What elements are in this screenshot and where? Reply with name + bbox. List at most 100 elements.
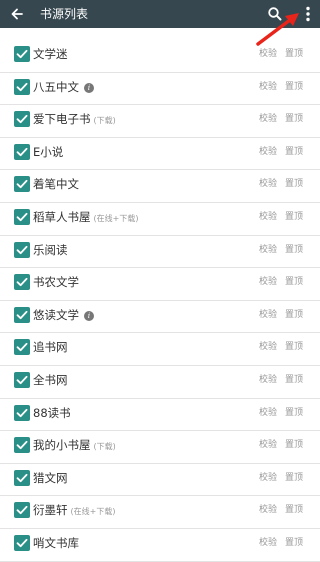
- verify-button[interactable]: 校验: [259, 471, 277, 485]
- source-row[interactable]: 文学迷 校验 置顶: [0, 40, 320, 73]
- source-row[interactable]: 着笔中文 校验 置顶: [0, 170, 320, 203]
- source-row[interactable]: 哨文书库 校验 置顶: [0, 529, 320, 562]
- source-row[interactable]: 我的小书屋 (下载) 校验 置顶: [0, 431, 320, 464]
- verify-button[interactable]: 校验: [259, 275, 277, 289]
- source-checkbox[interactable]: [14, 46, 30, 62]
- source-row[interactable]: 追书网 校验 置顶: [0, 333, 320, 366]
- pin-top-button[interactable]: 置顶: [285, 471, 303, 485]
- source-checkbox[interactable]: [14, 404, 30, 421]
- verify-button[interactable]: 校验: [259, 373, 277, 387]
- source-name: 稻草人书屋 (在线+下载): [33, 208, 138, 228]
- pin-top-button[interactable]: 置顶: [285, 340, 303, 354]
- source-checkbox[interactable]: [14, 111, 30, 128]
- verify-button[interactable]: 校验: [259, 243, 277, 257]
- verify-button[interactable]: 校验: [259, 406, 277, 420]
- source-row[interactable]: 悠读文学 i 校验 置顶: [0, 301, 320, 334]
- pin-top-button[interactable]: 置顶: [285, 536, 303, 550]
- info-icon[interactable]: i: [84, 82, 94, 93]
- app-toolbar: 书源列表: [0, 0, 320, 28]
- source-checkbox[interactable]: [14, 176, 30, 193]
- source-name: 追书网: [33, 338, 68, 356]
- source-list: 文学迷 校验 置顶 八五中文 i 校验 置顶 爱下电子书 (下载) 校验 置顶 E小说 校验 置顶 着笔中文…: [0, 40, 320, 562]
- source-row[interactable]: 乐阅读 校验 置顶: [0, 236, 320, 269]
- source-name: 哨文书库: [33, 534, 79, 552]
- verify-button[interactable]: 校验: [259, 308, 277, 322]
- pin-top-button[interactable]: 置顶: [285, 112, 303, 126]
- verify-button[interactable]: 校验: [259, 536, 277, 550]
- source-row[interactable]: 全书网 校验 置顶: [0, 366, 320, 399]
- source-name-label: 文学迷: [33, 47, 68, 61]
- verify-button[interactable]: 校验: [259, 47, 277, 61]
- source-row[interactable]: 稻草人书屋 (在线+下载) 校验 置顶: [0, 203, 320, 236]
- source-name-label: 稻草人书屋: [33, 209, 91, 224]
- pin-top-button[interactable]: 置顶: [285, 243, 303, 257]
- source-name-label: 我的小书屋: [33, 438, 91, 453]
- source-name-label: 猎文网: [33, 470, 68, 485]
- pin-top-button[interactable]: 置顶: [285, 373, 303, 387]
- source-name-label: 乐阅读: [33, 242, 68, 257]
- pin-top-button[interactable]: 置顶: [285, 438, 303, 452]
- source-checkbox[interactable]: [14, 208, 30, 225]
- info-icon[interactable]: i: [84, 310, 94, 321]
- pin-top-button[interactable]: 置顶: [285, 80, 303, 94]
- source-name-label: 爱下电子书: [33, 112, 91, 127]
- verify-button[interactable]: 校验: [259, 210, 277, 224]
- source-checkbox[interactable]: [14, 469, 30, 486]
- pin-top-button[interactable]: 置顶: [285, 275, 303, 289]
- source-name-label: 八五中文: [33, 79, 79, 94]
- verify-button[interactable]: 校验: [259, 503, 277, 517]
- arrow-left-icon[interactable]: [8, 5, 26, 23]
- source-name: E小说: [33, 143, 63, 161]
- source-checkbox[interactable]: [14, 241, 30, 258]
- source-name-label: 悠读文学: [33, 307, 79, 322]
- pin-top-button[interactable]: 置顶: [285, 406, 303, 420]
- pin-top-button[interactable]: 置顶: [285, 308, 303, 322]
- source-name-label: 书农文学: [33, 275, 79, 290]
- source-checkbox[interactable]: [14, 143, 30, 160]
- source-name-label: 全书网: [33, 372, 68, 387]
- search-icon[interactable]: [265, 4, 285, 24]
- source-type-tag: (下载): [93, 116, 116, 126]
- source-name: 乐阅读: [33, 241, 68, 259]
- source-checkbox[interactable]: [14, 306, 30, 323]
- verify-button[interactable]: 校验: [259, 438, 277, 452]
- pin-top-button[interactable]: 置顶: [285, 503, 303, 517]
- source-name: 爱下电子书 (下载): [33, 110, 116, 130]
- source-checkbox[interactable]: [14, 437, 30, 454]
- source-name: 文学迷: [33, 45, 68, 63]
- source-row[interactable]: 书农文学 校验 置顶: [0, 268, 320, 301]
- pin-top-button[interactable]: 置顶: [285, 145, 303, 159]
- source-row[interactable]: E小说 校验 置顶: [0, 138, 320, 171]
- source-checkbox[interactable]: [14, 339, 30, 356]
- source-name-label: 着笔中文: [33, 177, 79, 192]
- page-title: 书源列表: [40, 7, 89, 21]
- source-checkbox[interactable]: [14, 78, 30, 95]
- source-type-tag: (下载): [93, 442, 116, 452]
- source-checkbox[interactable]: [14, 534, 30, 551]
- source-name-label: 88读书: [33, 405, 71, 420]
- source-row[interactable]: 八五中文 i 校验 置顶: [0, 73, 320, 106]
- source-name: 悠读文学 i: [33, 306, 94, 324]
- source-name-label: E小说: [33, 144, 64, 159]
- pin-top-button[interactable]: 置顶: [285, 210, 303, 224]
- source-name: 猎文网: [33, 469, 68, 487]
- source-row[interactable]: 猎文网 校验 置顶: [0, 464, 320, 497]
- source-row[interactable]: 衍墨轩 (在线+下载) 校验 置顶: [0, 496, 320, 529]
- source-name-label: 哨文书库: [33, 535, 79, 550]
- source-row[interactable]: 88读书 校验 置顶: [0, 399, 320, 432]
- source-checkbox[interactable]: [14, 371, 30, 388]
- source-checkbox[interactable]: [14, 274, 30, 291]
- verify-button[interactable]: 校验: [259, 340, 277, 354]
- pin-top-button[interactable]: 置顶: [285, 47, 303, 61]
- verify-button[interactable]: 校验: [259, 145, 277, 159]
- verify-button[interactable]: 校验: [259, 80, 277, 94]
- more-vertical-icon[interactable]: [300, 4, 316, 24]
- pin-top-button[interactable]: 置顶: [285, 177, 303, 191]
- source-checkbox[interactable]: [14, 502, 30, 519]
- verify-button[interactable]: 校验: [259, 112, 277, 126]
- verify-button[interactable]: 校验: [259, 177, 277, 191]
- source-row[interactable]: 爱下电子书 (下载) 校验 置顶: [0, 105, 320, 138]
- source-name: 八五中文 i: [33, 78, 94, 96]
- source-name: 书农文学: [33, 273, 79, 291]
- source-type-tag: (在线+下载): [70, 507, 116, 517]
